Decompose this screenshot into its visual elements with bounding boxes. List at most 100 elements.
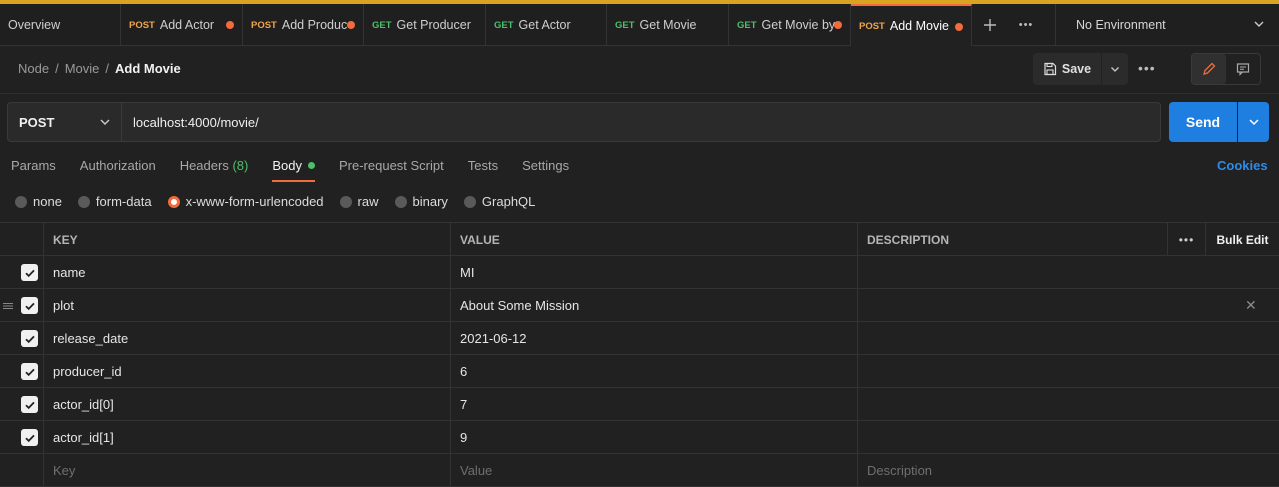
param-description[interactable]	[858, 289, 1279, 322]
body-type-form-data[interactable]: form-data	[77, 194, 152, 209]
check-icon	[24, 302, 35, 310]
bulk-edit-button[interactable]: Bulk Edit	[1206, 223, 1279, 256]
save-options-button[interactable]	[1102, 53, 1128, 85]
param-value[interactable]: 7	[451, 388, 858, 421]
row-checkbox[interactable]	[21, 330, 38, 347]
tab-get-actor[interactable]: GET Get Actor	[486, 4, 607, 46]
body-type-x-www-form-urlencoded[interactable]: x-www-form-urlencoded	[167, 194, 324, 209]
param-value[interactable]: MI	[451, 256, 858, 289]
column-options-button[interactable]: •••	[1168, 223, 1206, 256]
page-title[interactable]: Add Movie	[115, 61, 181, 76]
body-type-graphql[interactable]: GraphQL	[463, 194, 536, 209]
tab-params[interactable]: Params	[11, 158, 56, 181]
view-mode-toggle	[1191, 53, 1261, 85]
tab-overview[interactable]: Overview	[0, 4, 121, 46]
param-key[interactable]: actor_id[1]	[44, 421, 451, 454]
more-actions-button[interactable]: •••	[1138, 60, 1156, 76]
chevron-down-icon	[1253, 18, 1265, 33]
close-icon[interactable]: ✕	[1245, 289, 1257, 322]
new-key-input[interactable]: Key	[44, 454, 451, 487]
tab-method-label: GET	[494, 19, 514, 31]
row-checkbox[interactable]	[21, 396, 38, 413]
param-value[interactable]: 9	[451, 421, 858, 454]
drag-handle-icon	[0, 421, 16, 454]
body-type-raw[interactable]: raw	[339, 194, 379, 209]
tab-label: Get Actor	[518, 18, 571, 32]
pencil-icon	[1203, 62, 1216, 75]
tab-get-movie[interactable]: GET Get Movie	[607, 4, 729, 46]
tab-body[interactable]: Body	[272, 158, 315, 182]
tab-pre-request-script[interactable]: Pre-request Script	[339, 158, 444, 181]
param-value[interactable]: 2021-06-12	[451, 322, 858, 355]
drag-handle-icon	[0, 256, 16, 289]
send-button[interactable]: Send	[1169, 102, 1237, 142]
param-key[interactable]: name	[44, 256, 451, 289]
table-row: producer_id 6	[0, 355, 1279, 388]
radio-label: binary	[412, 194, 448, 209]
plus-icon[interactable]	[972, 4, 1008, 46]
tab-method-label: GET	[372, 19, 392, 31]
param-value[interactable]: 6	[451, 355, 858, 388]
tab-method-label: POST	[859, 20, 885, 32]
tab-add-actor[interactable]: POST Add Actor	[121, 4, 243, 46]
param-key[interactable]: plot	[44, 289, 451, 322]
body-type-binary[interactable]: binary	[394, 194, 448, 209]
param-key[interactable]: release_date	[44, 322, 451, 355]
tab-method-label: GET	[737, 19, 757, 31]
radio-button[interactable]	[394, 195, 407, 208]
url-input[interactable]	[122, 102, 1161, 142]
param-key[interactable]: producer_id	[44, 355, 451, 388]
row-checkbox[interactable]	[21, 363, 38, 380]
save-button[interactable]: Save	[1033, 53, 1101, 85]
environment-selector[interactable]: No Environment	[1055, 4, 1279, 46]
body-type-none[interactable]: none	[15, 194, 62, 209]
divider	[0, 93, 1279, 94]
tab-label: Add Produc	[281, 18, 348, 32]
radio-button[interactable]	[77, 195, 90, 208]
send-options-button[interactable]	[1238, 102, 1269, 142]
param-value[interactable]: About Some Mission	[451, 289, 858, 322]
radio-button[interactable]	[463, 195, 476, 208]
unsaved-indicator-dot	[347, 21, 355, 29]
unsaved-indicator-dot	[834, 21, 842, 29]
tab-get-producer[interactable]: GET Get Producer	[364, 4, 486, 46]
tab-headers[interactable]: Headers (8)	[180, 158, 249, 181]
row-checkbox[interactable]	[21, 264, 38, 281]
more-horizontal-icon[interactable]: •••	[1008, 4, 1044, 46]
tab-get-movie-by[interactable]: GET Get Movie by	[729, 4, 851, 46]
edit-mode-button[interactable]	[1192, 54, 1226, 84]
param-description[interactable]	[858, 421, 1279, 454]
tab-authorization[interactable]: Authorization	[80, 158, 156, 181]
radio-label: GraphQL	[481, 194, 536, 209]
radio-button[interactable]	[15, 195, 27, 208]
table-row: release_date 2021-06-12	[0, 322, 1279, 355]
row-checkbox[interactable]	[21, 429, 38, 446]
param-description[interactable]	[858, 322, 1279, 355]
tab-add-produc[interactable]: POST Add Produc	[243, 4, 364, 46]
save-icon	[1044, 62, 1056, 76]
unsaved-indicator-dot	[955, 23, 963, 31]
drag-handle-icon	[0, 388, 16, 421]
param-key[interactable]: actor_id[0]	[44, 388, 451, 421]
param-description[interactable]	[858, 256, 1279, 289]
breadcrumb-item[interactable]: Node	[18, 61, 49, 76]
check-icon	[24, 401, 35, 409]
row-checkbox[interactable]	[21, 297, 38, 314]
table-row: plot About Some Mission ✕	[0, 289, 1279, 322]
radio-button[interactable]	[167, 195, 180, 208]
cookies-link[interactable]: Cookies	[1217, 158, 1268, 173]
drag-handle-icon[interactable]	[0, 289, 16, 322]
new-description-input[interactable]: Description	[858, 454, 1279, 487]
param-description[interactable]	[858, 388, 1279, 421]
tab-tests[interactable]: Tests	[468, 158, 498, 181]
radio-button[interactable]	[339, 195, 352, 208]
request-tabs-bar: Overview POST Add Actor POST Add Produc GET Ge…	[0, 4, 1279, 46]
tab-settings[interactable]: Settings	[522, 158, 569, 181]
tab-add-movie[interactable]: POST Add Movie	[851, 4, 972, 46]
breadcrumb-item[interactable]: Movie	[65, 61, 100, 76]
check-icon	[24, 335, 35, 343]
comments-button[interactable]	[1226, 54, 1260, 84]
new-value-input[interactable]: Value	[451, 454, 858, 487]
method-select[interactable]: POST	[7, 102, 122, 142]
param-description[interactable]	[858, 355, 1279, 388]
